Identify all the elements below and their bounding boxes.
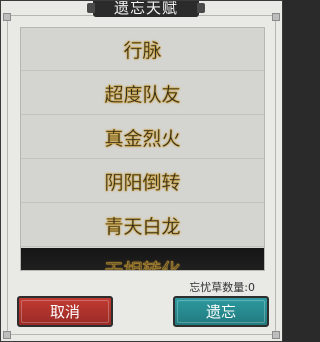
- talent-item[interactable]: 阴阳倒转: [21, 160, 264, 203]
- forget-button-label: 遗忘: [205, 303, 236, 321]
- counter-label: 忘忧草数量:: [189, 281, 248, 294]
- talent-name: 真金烈火: [104, 127, 181, 150]
- talent-name: 天相转化: [104, 260, 181, 271]
- frame-corner-top-left: [3, 13, 11, 21]
- talent-name: 阴阳倒转: [104, 171, 181, 194]
- talent-name: 行脉: [123, 39, 162, 62]
- cancel-button[interactable]: 取消: [17, 296, 113, 327]
- talent-item[interactable]: 真金烈火: [21, 116, 264, 159]
- frame-corner-top-right: [272, 13, 280, 21]
- talent-item[interactable]: 青天白龙: [21, 204, 264, 247]
- frame-corner-bottom-left: [3, 331, 11, 339]
- talent-item-selected[interactable]: 天相转化: [21, 248, 264, 271]
- talent-item[interactable]: 超度队友: [21, 72, 264, 115]
- talent-name: 青天白龙: [104, 215, 181, 238]
- forget-button[interactable]: 遗忘: [173, 296, 269, 327]
- cancel-button-label: 取消: [49, 303, 80, 321]
- talent-list[interactable]: 行脉 超度队友 真金烈火 阴阳倒转 青天白龙 天相转化: [20, 27, 265, 271]
- forget-talent-dialog: 遗忘天赋 行脉 超度队友 真金烈火 阴阳倒转 青天白龙 天相转化 忘忧草数量:0…: [0, 0, 283, 342]
- frame-corner-bottom-right: [272, 331, 280, 339]
- talent-item[interactable]: 行脉: [21, 28, 264, 71]
- dialog-title: 遗忘天赋: [87, 1, 205, 17]
- forget-herb-counter: 忘忧草数量:0: [189, 279, 255, 295]
- counter-value: 0: [248, 281, 255, 294]
- talent-name: 超度队友: [104, 83, 181, 106]
